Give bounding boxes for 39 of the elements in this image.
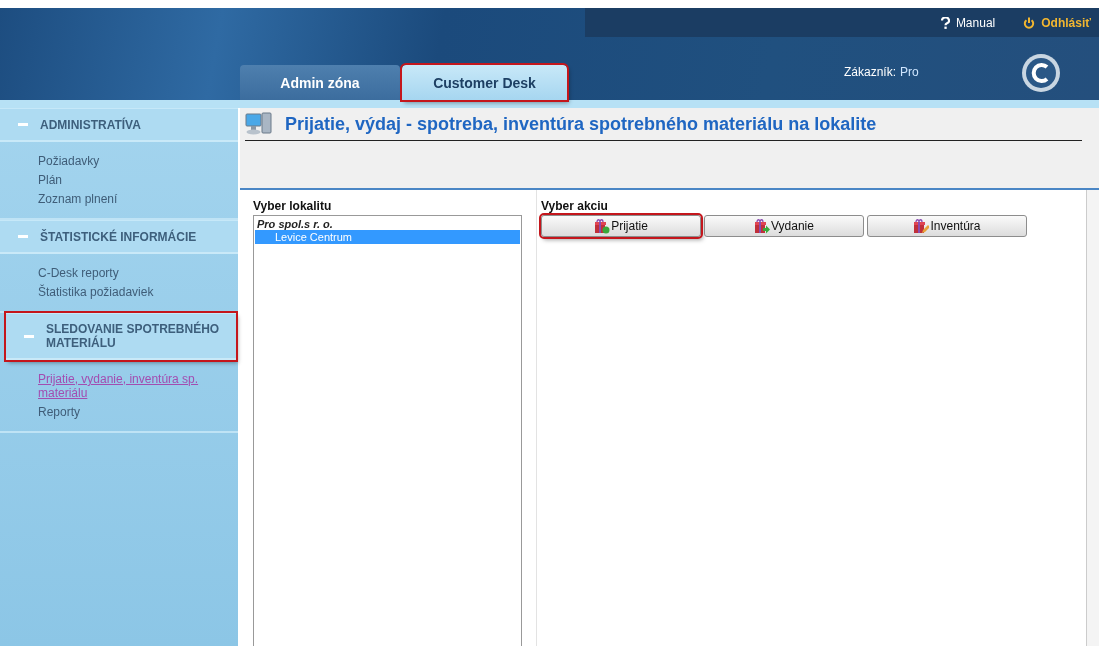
logout-link[interactable]: Odhlásiť — [1023, 15, 1091, 30]
gift-arrow-icon — [754, 218, 771, 234]
tab[interactable]: Customer Desk — [402, 65, 567, 100]
gift-pencil-icon — [913, 218, 930, 234]
section-title: ŠTATISTICKÉ INFORMÁCIE — [40, 229, 197, 244]
nav-link[interactable]: Plán — [38, 173, 228, 187]
logo-icon — [1021, 53, 1061, 93]
page-title: Prijatie, výdaj - spotreba, inventúra spotrebného materiálu na lokalite — [285, 113, 877, 135]
action-label: Vyber akciu — [541, 199, 609, 213]
section-title: SLEDOVANIE SPOTREBNÉHO MATERIÁLU — [46, 322, 221, 350]
help-icon — [940, 16, 950, 29]
tab[interactable]: Admin zóna — [240, 65, 400, 100]
nav-link[interactable]: Prijatie, vydanie, inventúra sp. materiálu — [38, 372, 228, 400]
customer-label: Zákazník: — [844, 65, 897, 79]
minus-icon — [18, 123, 28, 126]
power-icon — [1023, 16, 1036, 29]
help-link[interactable]: Manual — [940, 15, 996, 30]
action-button[interactable]: Inventúra — [867, 215, 1027, 237]
nav-link[interactable]: Reporty — [38, 405, 228, 419]
customer-value: Pro — [900, 65, 919, 79]
gift-plus-icon — [594, 218, 611, 234]
nav-link[interactable]: C-Desk reporty — [38, 266, 228, 280]
action-button[interactable]: Prijatie — [541, 215, 701, 237]
scrollbar[interactable] — [1086, 190, 1099, 646]
section-header[interactable]: SLEDOVANIE SPOTREBNÉHO MATERIÁLU — [6, 313, 236, 360]
tree-node[interactable]: Pro spol.s r. o. — [255, 218, 520, 230]
minus-icon — [24, 334, 34, 338]
action-button[interactable]: Vydanie — [704, 215, 864, 237]
tree-item[interactable]: Levice Centrum — [255, 230, 520, 244]
section-title: ADMINISTRATÍVA — [40, 117, 141, 132]
section-header[interactable]: ŠTATISTICKÉ INFORMÁCIE — [0, 220, 238, 254]
computer-icon — [245, 112, 273, 136]
nav-link[interactable]: Požiadavky — [38, 154, 228, 168]
minus-icon — [18, 235, 28, 238]
location-list[interactable]: Pro spol.s r. o. Levice Centrum — [253, 215, 522, 646]
location-label: Vyber lokalitu — [253, 199, 333, 213]
section-header[interactable]: ADMINISTRATÍVA — [0, 108, 238, 142]
nav-link[interactable]: Štatistika požiadaviek — [38, 285, 228, 299]
nav-link[interactable]: Zoznam plnení — [38, 192, 228, 206]
